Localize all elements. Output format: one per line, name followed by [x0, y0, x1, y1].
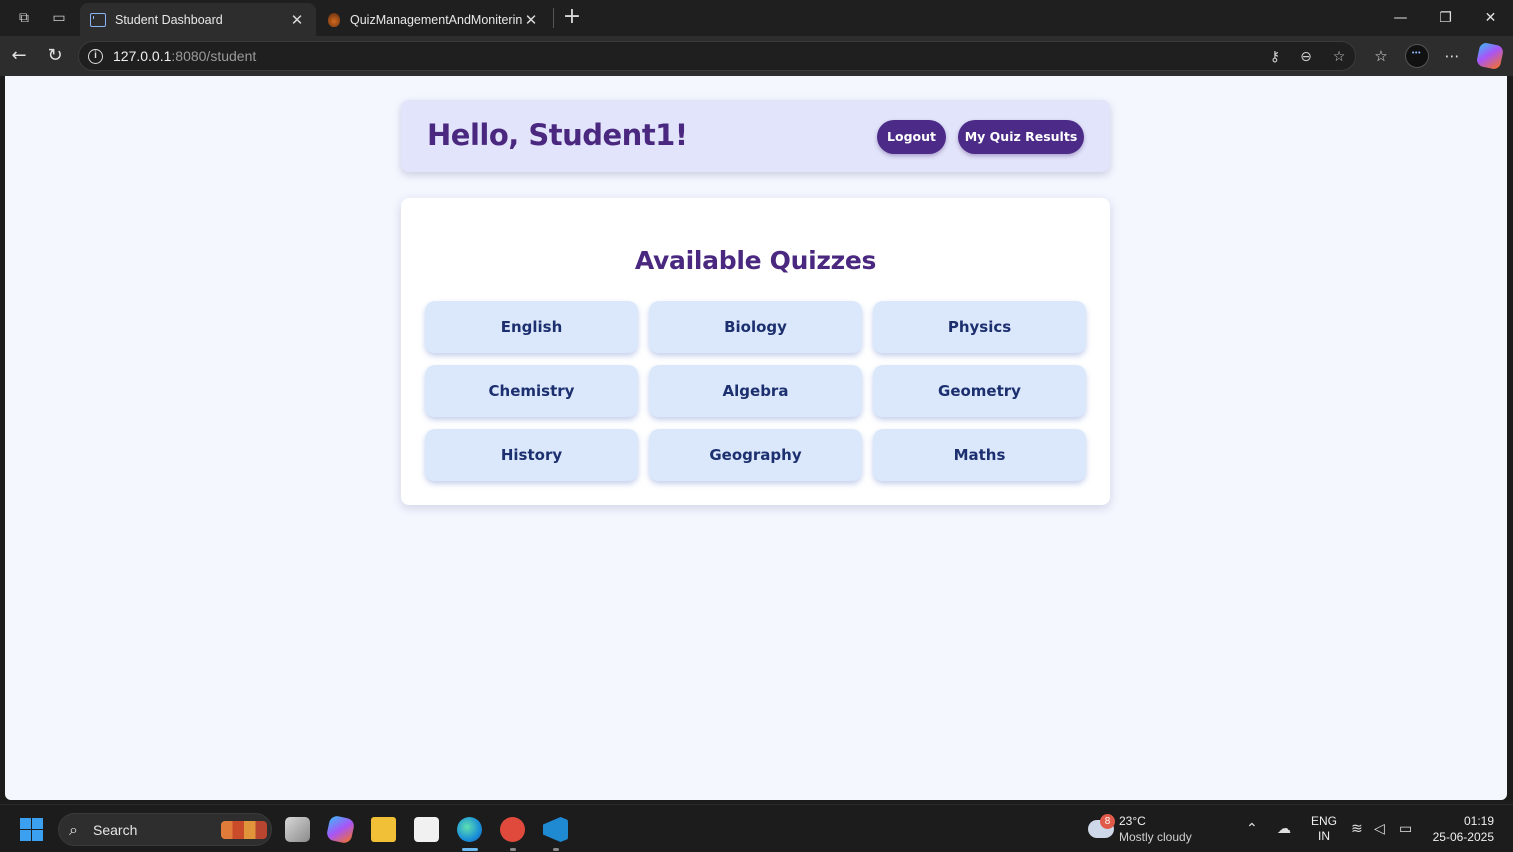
copilot-app-icon[interactable]: [325, 814, 356, 845]
restore-button[interactable]: ❐: [1423, 0, 1468, 36]
key-icon[interactable]: ⚷: [1266, 48, 1284, 66]
workspaces-icon[interactable]: ⧉: [15, 9, 33, 27]
lang-top: ENG: [1310, 814, 1337, 828]
tab-quiz-management[interactable]: QuizManagementAndMonitering ✕: [318, 3, 550, 36]
wps-running-indicator: [510, 848, 516, 851]
quiz-biology[interactable]: Biology: [649, 301, 862, 353]
clock-date: 25-06-2025: [1432, 830, 1494, 844]
search-icon: ⌕: [69, 820, 78, 839]
page-viewport: Hello, Student1! Logout My Quiz Results …: [5, 76, 1507, 800]
quiz-english[interactable]: English: [425, 301, 638, 353]
vscode-running-indicator: [553, 848, 559, 851]
tab-label: Student Dashboard: [115, 12, 223, 27]
close-icon[interactable]: ✕: [522, 11, 540, 29]
url-path: :8080/student: [171, 48, 257, 64]
window-controls: — ❐ ✕: [1378, 0, 1513, 36]
weather-temp: 23°C: [1119, 814, 1146, 828]
tab-student-dashboard[interactable]: Student Dashboard ✕: [80, 3, 316, 36]
close-icon[interactable]: ✕: [288, 11, 306, 29]
quiz-geography[interactable]: Geography: [649, 429, 862, 481]
wifi-icon[interactable]: ≋: [1351, 820, 1363, 838]
weather-badge: 8: [1100, 814, 1115, 829]
copilot-icon[interactable]: [1475, 41, 1505, 71]
url-host: 127.0.0.1: [113, 48, 172, 64]
browser-toolbar: ← ↻ i 127.0.0.1:8080/student ⚷ ⊖ ☆ ☆ ⋯: [0, 36, 1513, 76]
volume-icon[interactable]: ◁: [1374, 820, 1385, 838]
tab-actions-icon[interactable]: ▭: [50, 9, 68, 27]
more-menu-icon[interactable]: ⋯: [1440, 44, 1464, 68]
tab-label: QuizManagementAndMonitering: [350, 12, 522, 27]
quiz-grid: English Biology Physics Chemistry Algebr…: [425, 301, 1086, 481]
taskbar: ⌕ Search 8 23°C Mostly cloudy ⌃ ☁ ENG IN…: [0, 804, 1513, 852]
favorite-star-icon[interactable]: ☆: [1330, 48, 1348, 66]
address-bar[interactable]: i 127.0.0.1:8080/student ⚷ ⊖ ☆: [78, 41, 1356, 71]
quiz-results-button[interactable]: My Quiz Results: [958, 120, 1084, 154]
quiz-chemistry[interactable]: Chemistry: [425, 365, 638, 417]
chevron-up-icon[interactable]: ⌃: [1246, 820, 1258, 838]
quiz-algebra[interactable]: Algebra: [649, 365, 862, 417]
search-label: Search: [93, 822, 138, 838]
minimize-button[interactable]: —: [1378, 0, 1423, 36]
tab-divider: [553, 8, 554, 28]
quiz-geometry[interactable]: Geometry: [873, 365, 1086, 417]
vscode-icon[interactable]: [543, 817, 568, 842]
language-indicator[interactable]: ENG IN: [1310, 814, 1338, 844]
start-button[interactable]: [20, 818, 43, 841]
quiz-list-card: Available Quizzes English Biology Physic…: [401, 198, 1110, 505]
logout-button[interactable]: Logout: [877, 120, 946, 154]
profile-avatar[interactable]: [1405, 44, 1429, 68]
wps-office-icon[interactable]: [500, 817, 525, 842]
file-explorer-icon[interactable]: [371, 817, 396, 842]
store-icon[interactable]: [414, 817, 439, 842]
page-icon: [90, 12, 106, 27]
clock[interactable]: 01:19 25-06-2025: [1428, 813, 1494, 845]
header-card: Hello, Student1! Logout My Quiz Results: [401, 100, 1110, 172]
weather-widget[interactable]: 8 23°C Mostly cloudy: [1086, 812, 1206, 848]
site-info-icon[interactable]: i: [88, 49, 103, 64]
battery-icon[interactable]: ▭: [1399, 820, 1412, 838]
quiz-history[interactable]: History: [425, 429, 638, 481]
task-view-icon[interactable]: [285, 817, 310, 842]
tab-strip: ⧉ ▭ Student Dashboard ✕ QuizManagementAn…: [0, 0, 1513, 36]
flame-icon: [328, 12, 340, 27]
favorites-icon[interactable]: ☆: [1369, 44, 1393, 68]
reload-icon[interactable]: ↻: [43, 44, 67, 68]
browser-window: ⧉ ▭ Student Dashboard ✕ QuizManagementAn…: [0, 0, 1513, 852]
edge-icon[interactable]: [457, 817, 482, 842]
page-title: Hello, Student1!: [427, 118, 688, 152]
close-window-button[interactable]: ✕: [1468, 0, 1513, 36]
quiz-maths[interactable]: Maths: [873, 429, 1086, 481]
back-icon[interactable]: ←: [7, 44, 31, 68]
search-highlight-image: [221, 821, 267, 839]
zoom-icon[interactable]: ⊖: [1297, 48, 1315, 66]
clock-time: 01:19: [1463, 814, 1494, 828]
cloud-off-icon[interactable]: ☁: [1277, 820, 1291, 838]
weather-condition: Mostly cloudy: [1119, 830, 1192, 844]
new-tab-button[interactable]: +: [561, 6, 583, 28]
edge-active-indicator: [462, 848, 478, 851]
lang-bottom: IN: [1318, 829, 1330, 843]
url-text: 127.0.0.1:8080/student: [113, 48, 256, 64]
section-title: Available Quizzes: [634, 246, 877, 275]
quiz-physics[interactable]: Physics: [873, 301, 1086, 353]
taskbar-search[interactable]: ⌕ Search: [58, 813, 272, 846]
